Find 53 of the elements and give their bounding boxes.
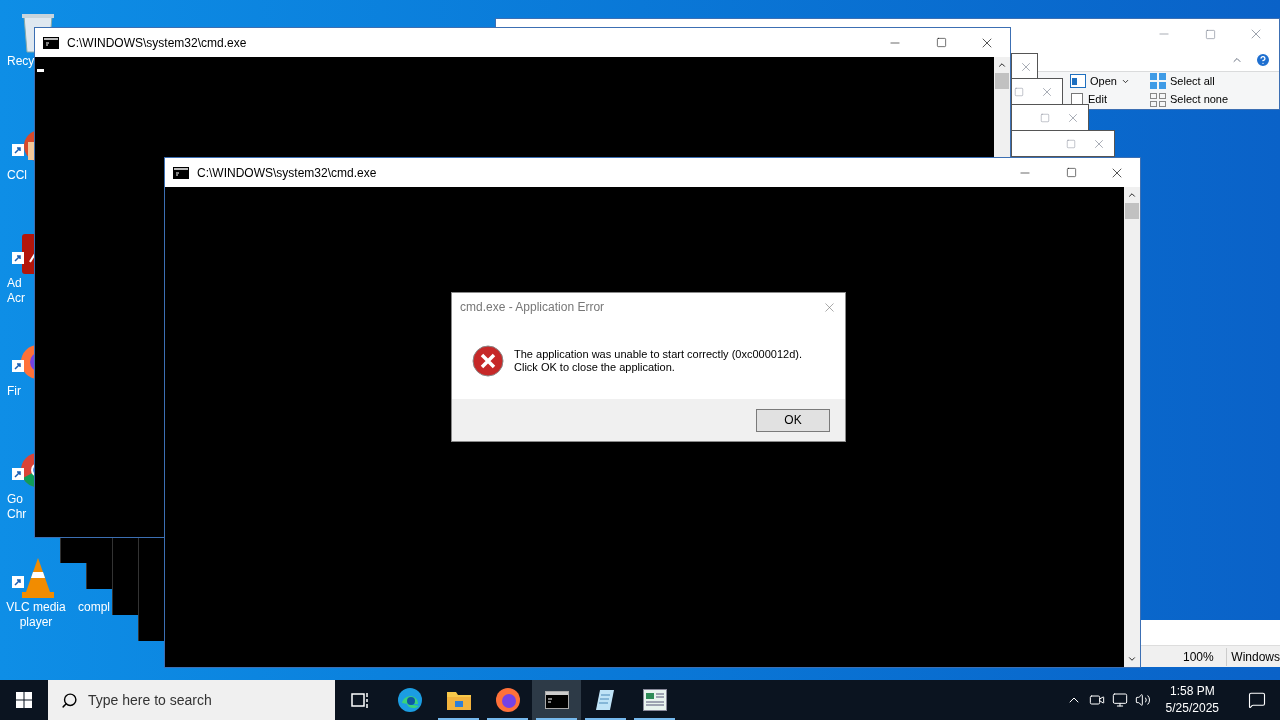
clock-date: 5/25/2025 — [1165, 700, 1219, 717]
firefox-icon — [494, 687, 521, 713]
maximize-icon[interactable] — [935, 37, 947, 48]
clock-time: 1:58 PM — [1169, 683, 1215, 700]
icon-label[interactable]: Recy — [7, 54, 35, 69]
scrollbar[interactable] — [1124, 187, 1140, 667]
icon-label[interactable]: compl — [78, 598, 110, 616]
terminal-icon — [173, 166, 189, 179]
window-icon — [642, 689, 667, 711]
grid-icon — [1150, 73, 1166, 89]
taskbar-button[interactable] — [532, 680, 581, 720]
ribbon-button[interactable]: Select none — [1150, 90, 1270, 109]
maximize-icon[interactable] — [1065, 167, 1077, 178]
task-view-icon — [350, 691, 371, 709]
scroll-up-icon[interactable] — [997, 60, 1007, 70]
error-message: The application was unable to start correctly (0xc000012d). — [514, 348, 802, 361]
ok-button[interactable]: OK — [756, 408, 830, 432]
terminal-icon — [43, 36, 59, 49]
icon-label[interactable]: CCl — [7, 168, 27, 183]
search-icon — [61, 691, 78, 709]
dialog-title: cmd.exe - Application Error — [460, 299, 606, 316]
error-icon — [472, 345, 504, 377]
scroll-down-icon[interactable] — [1127, 654, 1137, 664]
scroll-up-icon[interactable] — [1127, 190, 1137, 200]
icon-label[interactable]: player — [19, 615, 53, 630]
icon-label[interactable]: VLC media — [6, 600, 66, 615]
help-icon[interactable] — [1255, 52, 1271, 68]
ribbon-button[interactable]: Select all — [1150, 72, 1270, 90]
scroll-thumb[interactable] — [1125, 203, 1139, 219]
grid-outline-icon — [1150, 92, 1166, 107]
line-ending: Windows — [1226, 647, 1280, 666]
terminal-icon — [544, 691, 569, 709]
zoom-level: 100% — [1182, 648, 1215, 666]
window-title: C:\WINDOWS\system32\cmd.exe — [67, 34, 247, 52]
icon-label[interactable]: Ad — [7, 276, 22, 291]
icon-label[interactable]: Go — [7, 492, 23, 507]
notifications-icon[interactable] — [1248, 691, 1266, 709]
volume-icon[interactable] — [1134, 692, 1151, 708]
search-field[interactable]: Type here to search — [48, 680, 335, 720]
window-icon — [1070, 74, 1086, 88]
error-message: Click OK to close the application. — [514, 361, 676, 374]
icon-label[interactable]: Chr — [7, 507, 27, 522]
icon-label[interactable]: Fir — [7, 384, 21, 399]
network-icon[interactable] — [1111, 692, 1128, 708]
scroll-thumb[interactable] — [995, 73, 1009, 89]
camera-icon[interactable] — [1088, 692, 1105, 708]
window-title: C:\WINDOWS\system32\cmd.exe — [197, 164, 377, 182]
icon-label[interactable]: Acr — [7, 291, 25, 306]
windows-logo-icon — [16, 692, 32, 708]
edge-icon — [396, 687, 423, 713]
ribbon-button[interactable]: Open — [1070, 72, 1146, 90]
folder-icon — [445, 689, 472, 711]
clock[interactable]: 1:58 PM 5/25/2025 — [1157, 683, 1227, 717]
